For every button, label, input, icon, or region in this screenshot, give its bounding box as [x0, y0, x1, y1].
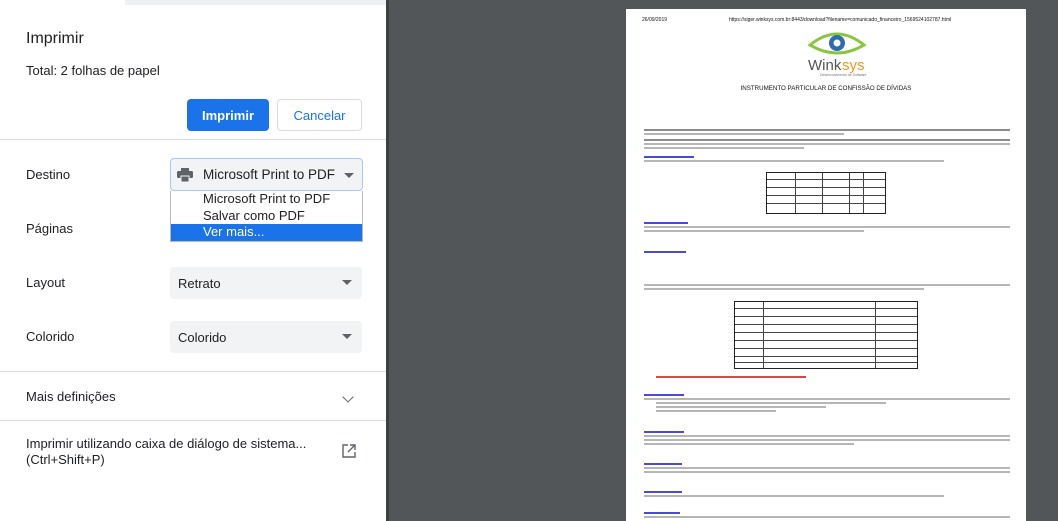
winksys-logo: Wink sys Desenvolvimento de Software: [807, 32, 867, 77]
text-line: [656, 406, 826, 408]
system-dialog-link[interactable]: Imprimir utilizando caixa de diálogo de …: [26, 436, 306, 468]
layout-label: Layout: [26, 275, 66, 290]
layout-select[interactable]: Retrato: [170, 267, 362, 299]
dropdown-option-highlighted[interactable]: Ver mais...: [171, 224, 362, 241]
divider: [0, 371, 386, 372]
signature-note-line: [656, 376, 806, 378]
pages-label: Páginas: [26, 221, 73, 236]
page-header-date: 26/09/2019: [642, 17, 668, 23]
clause-heading: [644, 222, 688, 224]
invoice-table: [766, 172, 886, 214]
dialog-title: Imprimir: [26, 30, 84, 47]
printer-icon: [177, 167, 193, 182]
color-value: Colorido: [178, 329, 227, 345]
system-dialog-shortcut: (Ctrl+Shift+P): [26, 452, 105, 467]
text-line: [644, 435, 1010, 437]
text-line: [644, 467, 1010, 469]
text-line: [644, 147, 804, 149]
print-settings-panel: Imprimir Total: 2 folhas de papel Imprim…: [0, 0, 386, 521]
svg-text:Wink: Wink: [808, 57, 842, 74]
page-header-url: https://siger.winksys.com.br:8443/downlo…: [729, 17, 952, 23]
text-line: [644, 495, 944, 497]
print-button[interactable]: Imprimir: [187, 99, 269, 131]
divider: [0, 139, 386, 140]
preview-edge: [386, 0, 389, 521]
destination-label: Destino: [26, 167, 71, 182]
clause-heading: [644, 251, 686, 253]
text-line: [644, 226, 1010, 228]
svg-text:Desenvolvimento de Software: Desenvolvimento de Software: [820, 73, 867, 77]
top-edge: [125, 0, 386, 5]
destination-select[interactable]: Microsoft Print to PDF: [170, 158, 363, 191]
text-line: [644, 143, 1010, 145]
clause-heading: [644, 431, 684, 433]
cancel-button[interactable]: Cancelar: [277, 99, 362, 131]
destination-value: Microsoft Print to PDF: [203, 167, 336, 182]
text-line: [644, 133, 844, 135]
svg-text:sys: sys: [842, 57, 865, 74]
layout-value: Retrato: [178, 275, 221, 291]
clause-heading: [644, 512, 680, 514]
text-line: [644, 129, 1010, 131]
text-line: [644, 439, 1010, 441]
expand-chevron-icon[interactable]: [342, 391, 354, 403]
text-line: [656, 402, 886, 404]
clause-heading: [644, 491, 682, 493]
text-line: [644, 230, 864, 232]
text-line: [644, 471, 1010, 473]
system-dialog-text: Imprimir utilizando caixa de diálogo de …: [26, 436, 307, 451]
clause-heading: [644, 156, 694, 158]
text-line: [644, 443, 854, 445]
color-label: Colorido: [26, 329, 75, 344]
text-line: [644, 516, 1010, 518]
text-line: [644, 284, 1010, 286]
preview-scrollbar[interactable]: [1049, 0, 1058, 521]
text-line: [644, 160, 944, 162]
clause-heading: [644, 463, 682, 465]
installments-table: [734, 301, 918, 369]
destination-dropdown: Microsoft Print to PDF Salvar como PDF V…: [170, 191, 363, 242]
text-line: [644, 398, 1010, 400]
clause-heading: [644, 394, 684, 396]
document-title: INSTRUMENTO PARTICULAR DE CONFISSÃO DE D…: [740, 85, 912, 92]
more-settings-toggle[interactable]: Mais definições: [26, 389, 116, 404]
sheet-total: Total: 2 folhas de papel: [26, 63, 160, 78]
chevron-down-icon: [344, 173, 354, 178]
text-line: [656, 410, 776, 412]
chevron-down-icon: [342, 280, 352, 285]
text-line: [644, 288, 924, 290]
divider: [0, 420, 386, 421]
color-select[interactable]: Colorido: [170, 321, 362, 353]
dropdown-option[interactable]: Salvar como PDF: [171, 208, 362, 225]
text-line: [644, 139, 1010, 141]
preview-page: 26/09/2019 https://siger.winksys.com.br:…: [626, 9, 1026, 521]
open-in-new-icon[interactable]: [342, 444, 356, 458]
dropdown-option[interactable]: Microsoft Print to PDF: [171, 191, 362, 208]
chevron-down-icon: [342, 334, 352, 339]
